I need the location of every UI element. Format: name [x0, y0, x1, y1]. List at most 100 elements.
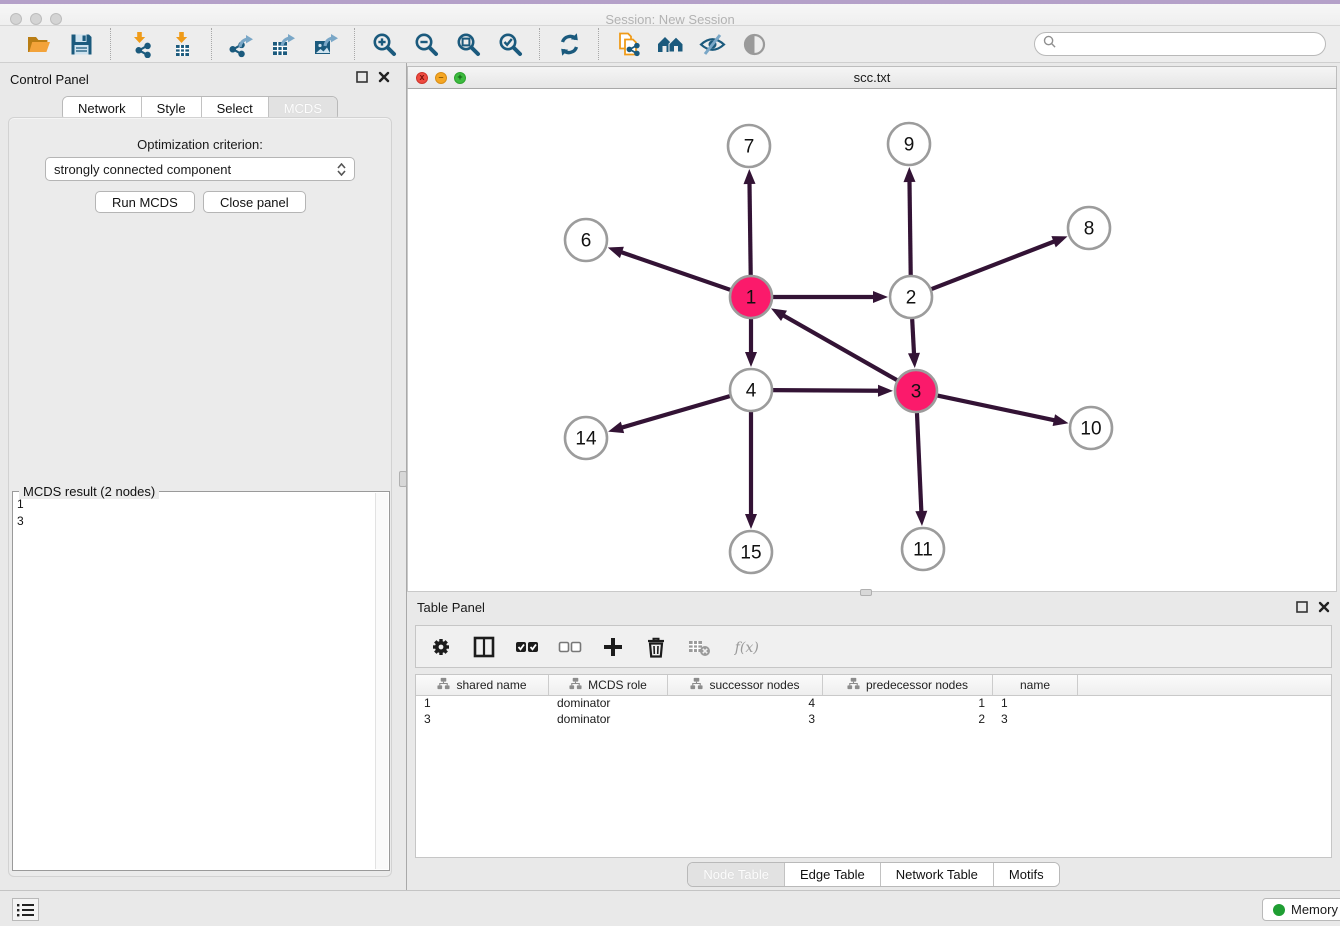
open-file-icon[interactable] — [24, 29, 54, 59]
table-panel-title: Table Panel — [417, 600, 485, 615]
column-header-MCDS-role[interactable]: MCDS role — [549, 675, 668, 695]
column-header-shared-name[interactable]: shared name — [416, 675, 549, 695]
deselect-all-rows-icon[interactable] — [557, 634, 583, 660]
close-panel-icon[interactable] — [1318, 600, 1330, 618]
column-header-successor-nodes[interactable]: successor nodes — [668, 675, 823, 695]
node-11[interactable]: 11 — [902, 528, 944, 570]
edge-1-4[interactable] — [745, 319, 757, 367]
edge-1-2[interactable] — [773, 291, 888, 303]
network-graph[interactable]: 1 2 3 4 6 7 8 9 10 11 14 15 — [408, 89, 1336, 590]
table-cell[interactable]: dominator — [549, 696, 668, 712]
zoom-selected-icon[interactable] — [495, 29, 525, 59]
table-cell[interactable]: 3 — [416, 712, 549, 728]
table-cell[interactable]: 4 — [668, 696, 823, 712]
node-8[interactable]: 8 — [1068, 207, 1110, 249]
edge-1-6[interactable] — [608, 247, 730, 290]
table-settings-gear-icon[interactable] — [428, 634, 454, 660]
table-cell[interactable]: 3 — [993, 712, 1078, 728]
edge-3-11[interactable] — [915, 413, 927, 526]
window-title: Session: New Session — [0, 12, 1340, 27]
table-cell[interactable]: 1 — [993, 696, 1078, 712]
table-cell[interactable]: 3 — [668, 712, 823, 728]
search-field[interactable] — [1034, 32, 1326, 56]
task-history-button[interactable] — [12, 898, 39, 921]
column-header-label: MCDS role — [588, 678, 647, 692]
edge-4-3[interactable] — [773, 385, 893, 397]
memory-button[interactable]: Memory — [1262, 898, 1340, 921]
table-tabs: Node TableEdge TableNetwork TableMotifs — [687, 862, 1059, 887]
search-input[interactable] — [1056, 37, 1317, 51]
optimization-criterion-label: Optimization criterion: — [0, 137, 400, 152]
edge-3-1[interactable] — [771, 308, 897, 380]
edge-2-9[interactable] — [903, 167, 915, 275]
close-panel-button[interactable]: Close panel — [203, 191, 306, 213]
mcds-result-scrollbar[interactable] — [375, 493, 388, 869]
tab-motifs[interactable]: Motifs — [994, 863, 1059, 886]
zoom-out-icon[interactable] — [411, 29, 441, 59]
export-network-icon[interactable] — [226, 29, 256, 59]
table-row[interactable]: 1dominator411 — [416, 696, 1331, 712]
duplicate-network-icon[interactable] — [613, 29, 643, 59]
select-all-rows-icon[interactable] — [514, 634, 540, 660]
show-columns-icon[interactable] — [471, 634, 497, 660]
memory-label: Memory — [1291, 902, 1338, 917]
float-panel-icon[interactable] — [1296, 600, 1308, 618]
import-table-icon[interactable] — [167, 29, 197, 59]
tab-node-table[interactable]: Node Table — [688, 863, 785, 886]
refresh-icon[interactable] — [554, 29, 584, 59]
table-cell[interactable]: 1 — [416, 696, 549, 712]
tab-edge-table[interactable]: Edge Table — [785, 863, 881, 886]
zoom-fit-icon[interactable] — [453, 29, 483, 59]
node-label: 9 — [904, 135, 915, 156]
network-canvas[interactable]: 1 2 3 4 6 7 8 9 10 11 14 15 — [407, 89, 1337, 592]
node-2[interactable]: 2 — [890, 276, 932, 318]
node-4[interactable]: 4 — [730, 369, 772, 411]
zoom-in-icon[interactable] — [369, 29, 399, 59]
table-row[interactable]: 3dominator323 — [416, 712, 1331, 728]
memory-status-icon — [1273, 904, 1285, 916]
edge-2-3[interactable] — [908, 319, 920, 368]
node-9[interactable]: 9 — [888, 123, 930, 165]
node-3[interactable]: 3 — [895, 370, 937, 412]
node-table-header: shared name MCDS role successor nodesprede… — [416, 675, 1331, 696]
run-mcds-button[interactable]: Run MCDS — [95, 191, 195, 213]
network-view-window: x – + scc.txt 1 2 3 4 6 7 8 9 10 11 14 15 — [407, 63, 1337, 592]
node-15[interactable]: 15 — [730, 531, 772, 573]
node-label: 1 — [746, 288, 757, 309]
edge-2-8[interactable] — [932, 236, 1068, 289]
table-cell[interactable]: dominator — [549, 712, 668, 728]
node-7[interactable]: 7 — [728, 125, 770, 167]
toolbar-group — [599, 29, 783, 59]
node-10[interactable]: 10 — [1070, 407, 1112, 449]
graphics-details-icon[interactable] — [697, 29, 727, 59]
node-14[interactable]: 14 — [565, 417, 607, 459]
import-network-icon[interactable] — [125, 29, 155, 59]
table-cell[interactable]: 1 — [823, 696, 993, 712]
optimization-criterion-select[interactable]: strongly connected component — [45, 157, 355, 181]
edge-1-7[interactable] — [744, 169, 756, 275]
tab-network-table[interactable]: Network Table — [881, 863, 994, 886]
chevron-updown-icon — [337, 163, 346, 176]
export-image-icon[interactable] — [310, 29, 340, 59]
node-6[interactable]: 6 — [565, 219, 607, 261]
save-session-icon[interactable] — [66, 29, 96, 59]
node-1[interactable]: 1 — [730, 276, 772, 318]
edge-4-15[interactable] — [745, 412, 757, 529]
close-panel-icon[interactable] — [378, 70, 390, 88]
edge-3-10[interactable] — [938, 396, 1069, 426]
list-icon — [17, 903, 35, 917]
column-header-predecessor-nodes[interactable]: predecessor nodes — [823, 675, 993, 695]
mcds-result-text[interactable]: 1 3 — [17, 496, 373, 868]
horizontal-splitter-grip[interactable] — [860, 589, 872, 596]
home-icon[interactable] — [655, 29, 685, 59]
vertical-splitter-grip[interactable] — [399, 471, 407, 487]
edge-4-14[interactable] — [608, 396, 730, 433]
table-cell[interactable]: 2 — [823, 712, 993, 728]
export-table-icon[interactable] — [268, 29, 298, 59]
column-header-name[interactable]: name — [993, 675, 1078, 695]
show-hide-panel-icon[interactable] — [739, 29, 769, 59]
add-column-icon[interactable] — [600, 634, 626, 660]
float-panel-icon[interactable] — [356, 70, 368, 88]
delete-columns-icon[interactable] — [643, 634, 669, 660]
network-window-titlebar[interactable]: x – + scc.txt — [407, 66, 1337, 89]
